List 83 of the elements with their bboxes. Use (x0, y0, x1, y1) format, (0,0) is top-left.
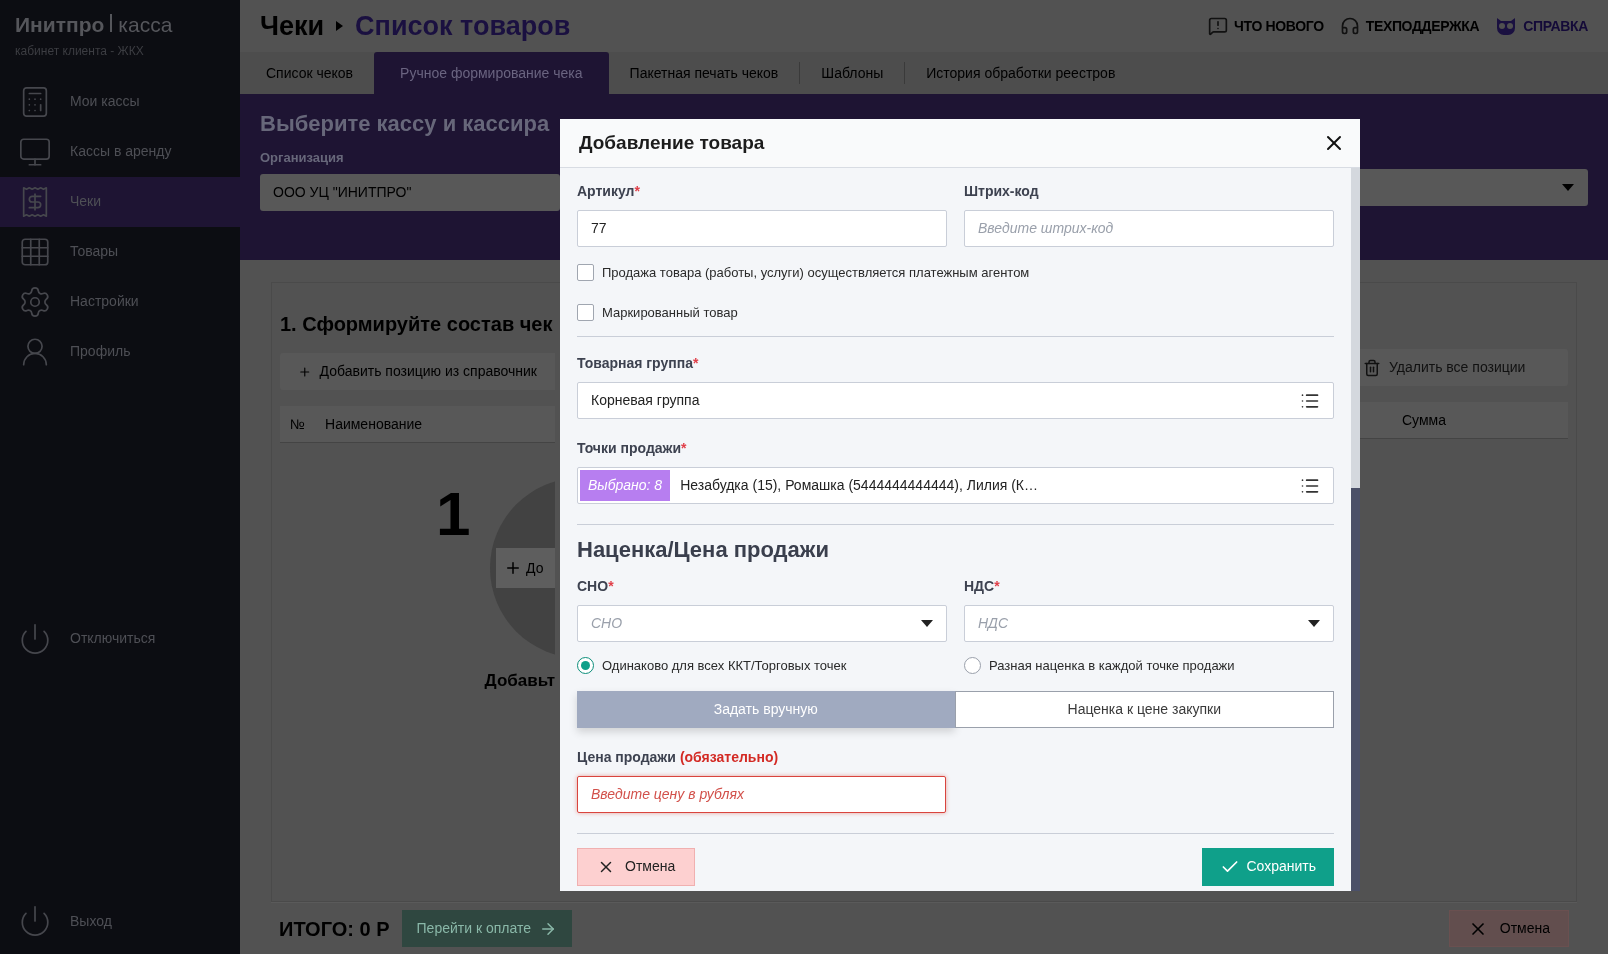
article-field[interactable]: 77 (577, 210, 947, 247)
required-mark: * (692, 354, 699, 373)
required-mark: * (634, 182, 640, 201)
vat-select[interactable]: НДС (964, 605, 1334, 642)
selected-count-badge: Выбрано: 8 (580, 470, 671, 501)
sale-price-field[interactable]: Введите цену в рублях (577, 775, 946, 813)
header-link[interactable]: ТЕХПОДДЕРЖКА (1365, 15, 1480, 37)
sidebar-item[interactable]: Чеки (0, 176, 240, 227)
caret-icon (1308, 620, 1320, 627)
settings-icon (18, 284, 52, 319)
message-icon (1208, 16, 1229, 36)
field-label: СНО (577, 577, 609, 596)
sidebar-item[interactable]: Мои кассы (0, 76, 240, 127)
tab[interactable]: Список чеков (245, 52, 375, 94)
caret-icon (1562, 184, 1574, 191)
field-label: Организация (260, 149, 345, 167)
sidebar-item[interactable]: Кассы в аренду (0, 126, 240, 177)
field-label: Штрих-код (964, 182, 1039, 201)
sidebar-item[interactable]: Товары (0, 226, 240, 277)
owl-icon (1495, 17, 1518, 35)
plus-icon (504, 559, 522, 577)
field-label: Цена продажи (577, 747, 676, 767)
chevron-icon (336, 21, 344, 31)
section-heading: 1. Сформируйте состав чек (280, 312, 554, 337)
radio-label: Одинаково для всех ККТ/Торговых точек (602, 657, 847, 675)
trash-icon (1363, 358, 1381, 377)
field-label: Товарная группа (577, 354, 693, 373)
column-header: Сумма (1402, 410, 1446, 430)
tax-system-select[interactable]: СНО (577, 605, 947, 642)
sale-points-field[interactable]: Выбрано: 8 Незабудка (15), Ромашка (5444444444444), Лилия (К… (577, 467, 1334, 504)
cancel-button[interactable]: Отмена (577, 847, 696, 886)
column-header: Наименование (325, 414, 423, 434)
required-mark: * (681, 439, 687, 458)
barcode-field[interactable]: Введите штрих-код (964, 210, 1334, 247)
section-heading: Наценка/Цена продажи (577, 536, 830, 564)
add-position-button[interactable]: До (496, 548, 555, 588)
breadcrumb-item[interactable]: Чеки (260, 5, 325, 47)
field-label: Артикул (577, 182, 635, 201)
tab[interactable]: Ручное формирование чека (374, 52, 609, 94)
toggle-option[interactable]: Задать вручную (577, 690, 955, 728)
power-icon (18, 904, 52, 938)
brand-name: Инитпро (15, 12, 105, 38)
save-button[interactable]: Сохранить (1202, 847, 1334, 886)
headphones-icon (1339, 16, 1360, 36)
organization-select[interactable]: ООО УЦ "ИНИТПРО" (260, 173, 560, 211)
modal-title: Добавление товара (579, 130, 765, 155)
field-label: НДС (964, 577, 995, 596)
checkbox-label: Продажа товара (работы, услуги) осуществляется платежным агентом (602, 264, 1030, 282)
cancel-button[interactable]: Отмена (1448, 910, 1569, 947)
brand-separator (110, 14, 113, 32)
radio-label: Разная наценка в каждой точке продажи (989, 657, 1235, 675)
panel-title: Выберите кассу и кассира (260, 110, 551, 138)
toggle-option[interactable]: Наценка к цене закупки (954, 690, 1334, 728)
sale-points-value: Незабудка (15), Ромашка (5444444444444), Лилия (К… (680, 476, 1039, 495)
required-mark: * (994, 577, 1000, 596)
brand-product: касса (118, 12, 173, 38)
caret-icon (921, 620, 933, 627)
required-mark: * (608, 577, 614, 596)
tab[interactable]: Пакетная печать чеков (608, 52, 800, 94)
tab[interactable]: История обработки реестров (905, 52, 1137, 94)
checkbox[interactable] (577, 264, 594, 282)
radio-button[interactable] (577, 657, 594, 675)
sidebar-item[interactable]: Настройки (0, 276, 240, 327)
tab[interactable]: Шаблоны (800, 52, 905, 94)
field-label: Точки продажи (577, 439, 682, 458)
logout-item[interactable]: Выход (0, 896, 240, 946)
product-group-field[interactable]: Корневая группа (577, 382, 1334, 419)
required-note: (обязательно) (679, 747, 779, 767)
disconnect-item[interactable]: Отключиться (0, 613, 240, 664)
pay-button[interactable]: Перейти к оплате (401, 910, 572, 947)
radio-button[interactable] (964, 657, 981, 675)
checkbox[interactable] (577, 303, 594, 321)
sidebar-item[interactable]: Профиль (0, 326, 240, 377)
header-link[interactable]: ЧТО НОВОГО (1234, 15, 1324, 37)
column-header: № (290, 414, 306, 434)
checkbox-label: Маркированный товар (602, 303, 738, 322)
step-number: 1 (436, 483, 471, 550)
total-label: ИТОГО: 0 Р (279, 916, 390, 942)
header-link[interactable]: СПРАВКА (1523, 15, 1588, 37)
power-icon (18, 621, 52, 656)
breadcrumb-item: Список товаров (355, 9, 571, 43)
add-from-catalog-button[interactable]: Добавить позицию из справочник (280, 353, 555, 390)
empty-hint: Добавьт (484, 670, 555, 692)
